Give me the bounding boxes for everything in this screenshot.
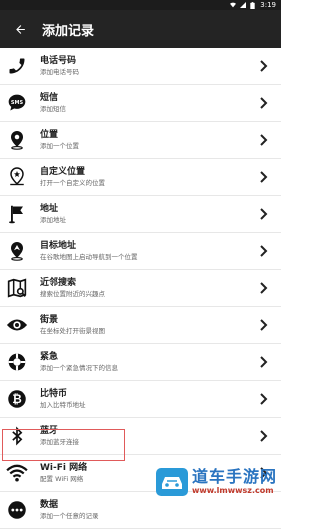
- watermark: 道车手游网 www.lmwwsz.com: [155, 467, 277, 496]
- item-title: 数据: [40, 500, 59, 510]
- list-item-street-view[interactable]: 街景 在坐标处打开街景视图: [0, 307, 281, 344]
- wifi-icon: [6, 462, 28, 484]
- bluetooth-icon: [6, 425, 28, 447]
- item-subtitle: 打开一个自定义的位置: [40, 179, 105, 187]
- item-subtitle: 添加蓝牙连接: [40, 438, 79, 446]
- bitcoin-icon: ₿: [6, 388, 28, 410]
- app-bar: 添加记录: [0, 10, 281, 48]
- chevron-right-icon: [257, 96, 271, 110]
- status-time: 3:19: [260, 1, 276, 9]
- list-item-custom-location[interactable]: 自定义位置 打开一个自定义的位置: [0, 159, 281, 196]
- eye-icon: [6, 314, 28, 336]
- list-item-bluetooth[interactable]: 蓝牙 添加蓝牙连接: [0, 418, 281, 455]
- chevron-right-icon: [257, 355, 271, 369]
- list-item-address[interactable]: 地址 添加地址: [0, 196, 281, 233]
- flag-icon: [6, 203, 28, 225]
- item-subtitle: 添加一个位置: [40, 142, 79, 150]
- chevron-right-icon: [257, 392, 271, 406]
- item-subtitle: 添加一个紧急情况下的信息: [40, 364, 118, 372]
- watermark-logo-icon: [155, 468, 188, 496]
- chevron-right-icon: [257, 244, 271, 258]
- chevron-right-icon: [257, 170, 271, 184]
- list-item-emergency[interactable]: 紧急 添加一个紧急情况下的信息: [0, 344, 281, 381]
- arrow-back-icon: [15, 24, 25, 34]
- item-title: 蓝牙: [40, 426, 59, 436]
- item-subtitle: 在坐标处打开街景视图: [40, 327, 105, 335]
- back-button[interactable]: [10, 19, 30, 39]
- chevron-right-icon: [257, 133, 271, 147]
- lifebuoy-icon: [6, 351, 28, 373]
- item-title: 比特币: [40, 389, 68, 399]
- status-bar: 3:19: [0, 0, 281, 10]
- item-title: 街景: [40, 315, 59, 325]
- item-subtitle: 添加短信: [40, 105, 66, 113]
- item-title: 近邻搜索: [40, 278, 77, 288]
- item-title: 位置: [40, 130, 59, 140]
- item-title: 地址: [40, 204, 59, 214]
- list-item-sms[interactable]: SMS 短信 添加短信: [0, 85, 281, 122]
- location-pin-icon: [6, 129, 28, 151]
- item-title: 短信: [40, 93, 59, 103]
- record-type-list: 电话号码 添加电话号码 SMS 短信 添加短信 位置 添加一个位置 自定义位置 …: [0, 48, 281, 529]
- item-subtitle: 添加电话号码: [40, 68, 79, 76]
- list-item-phone[interactable]: 电话号码 添加电话号码: [0, 48, 281, 85]
- item-title: 电话号码: [40, 56, 77, 66]
- item-title: 紧急: [40, 352, 59, 362]
- list-item-nearby-search[interactable]: 近邻搜索 搜索位置附近的兴趣点: [0, 270, 281, 307]
- chevron-right-icon: [257, 207, 271, 221]
- item-title: 目标地址: [40, 241, 77, 251]
- page-title: 添加记录: [42, 23, 95, 39]
- list-item-target-address[interactable]: 目标地址 在谷歌地图上启动导航到一个位置: [0, 233, 281, 270]
- sms-icon: SMS: [6, 92, 28, 114]
- list-item-location[interactable]: 位置 添加一个位置: [0, 122, 281, 159]
- watermark-url: www.lmwwsz.com: [191, 486, 274, 495]
- svg-text:₿: ₿: [12, 392, 22, 406]
- item-subtitle: 添加一个任意的记录: [40, 512, 99, 520]
- item-subtitle: 添加地址: [40, 216, 66, 224]
- chevron-right-icon: [257, 281, 271, 295]
- item-subtitle: 搜索位置附近的兴趣点: [40, 290, 105, 298]
- item-subtitle: 在谷歌地图上启动导航到一个位置: [40, 253, 138, 261]
- item-title: 自定义位置: [40, 167, 86, 177]
- list-item-data[interactable]: 数据 添加一个任意的记录: [0, 492, 281, 529]
- item-subtitle: 加入比特币地址: [40, 401, 86, 409]
- watermark-title: 道车手游网: [191, 467, 277, 486]
- battery-icon: [250, 2, 256, 9]
- svg-text:SMS: SMS: [11, 100, 24, 106]
- phone-icon: [6, 55, 28, 77]
- chevron-right-icon: [257, 318, 271, 332]
- map-search-icon: [6, 277, 28, 299]
- custom-location-icon: [6, 166, 28, 188]
- wifi-status-icon: [230, 2, 237, 8]
- data-icon: [6, 499, 28, 521]
- chevron-right-icon: [257, 429, 271, 443]
- navigation-target-icon: [6, 240, 28, 262]
- list-item-bitcoin[interactable]: ₿ 比特币 加入比特币地址: [0, 381, 281, 418]
- signal-icon: [240, 2, 247, 8]
- chevron-right-icon: [257, 59, 271, 73]
